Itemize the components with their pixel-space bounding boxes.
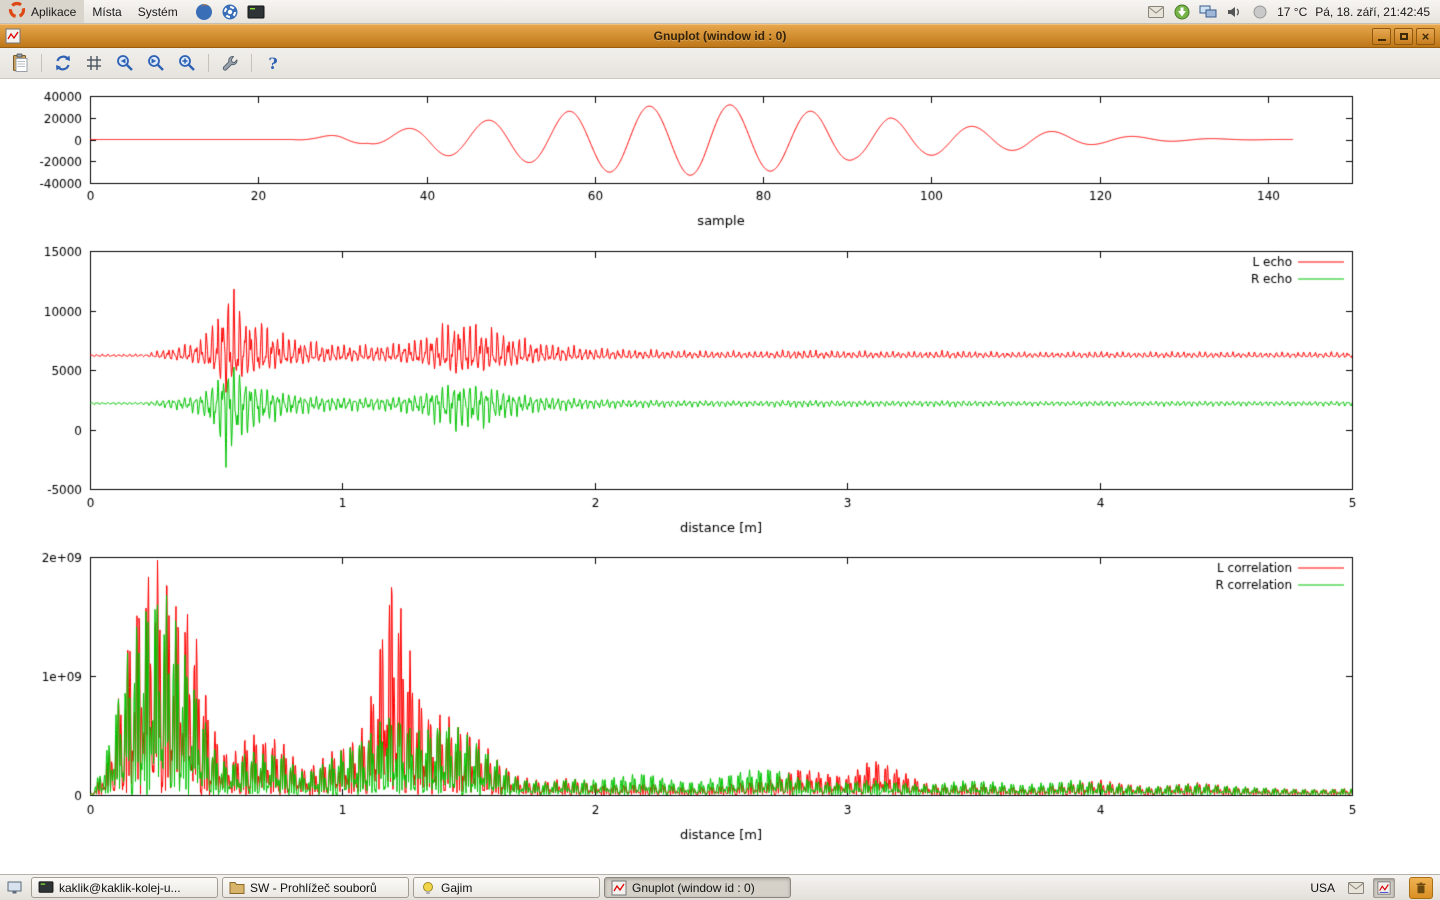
temperature-label[interactable]: 17 °C xyxy=(1277,5,1307,19)
mail-tray-icon[interactable] xyxy=(1347,879,1365,897)
task-button-file-manager[interactable]: SW - Prohlížeč souborů xyxy=(222,877,409,898)
configure-plot-button[interactable] xyxy=(218,51,242,75)
gnuplot-icon xyxy=(611,880,627,896)
toolbar-separator xyxy=(41,54,42,72)
help-icon[interactable] xyxy=(220,2,240,22)
task-button-gnuplot[interactable]: Gnuplot (window id : 0) xyxy=(604,877,791,898)
trash-button[interactable] xyxy=(1409,877,1433,899)
terminal-icon xyxy=(38,880,54,896)
terminal-icon[interactable] xyxy=(246,2,266,22)
menu-system[interactable]: Systém xyxy=(130,0,186,23)
task-label: SW - Prohlížeč souborů xyxy=(250,881,377,895)
network-icon[interactable] xyxy=(1199,3,1217,21)
task-button-terminal[interactable]: kaklik@kaklik-kolej-u... xyxy=(31,877,218,898)
plot-echo[interactable] xyxy=(0,237,1440,545)
keyboard-layout-indicator[interactable]: USA xyxy=(1306,879,1339,897)
bottom-taskbar: kaklik@kaklik-kolej-u... SW - Prohlížeč … xyxy=(0,874,1440,900)
maximize-button[interactable] xyxy=(1394,28,1413,45)
weather-icon[interactable] xyxy=(1251,3,1269,21)
toolbar-separator xyxy=(208,54,209,72)
menu-places-label: Místa xyxy=(92,5,121,19)
gajim-icon xyxy=(420,880,436,896)
panel-status-area: 17 °C Pá, 18. září, 21:42:45 xyxy=(1147,0,1440,23)
toolbar-separator xyxy=(251,54,252,72)
gnome-panel: Aplikace Místa Systém xyxy=(0,0,1440,24)
gnuplot-window: Gnuplot (window id : 0) × xyxy=(0,24,1440,874)
zoom-next-button[interactable] xyxy=(144,51,168,75)
minimize-icon xyxy=(1378,39,1386,41)
plot-sample-waveform[interactable] xyxy=(0,79,1440,237)
firefox-icon[interactable] xyxy=(194,2,214,22)
maximize-icon xyxy=(1400,33,1408,40)
task-button-gajim[interactable]: Gajim xyxy=(413,877,600,898)
task-label: Gnuplot (window id : 0) xyxy=(632,881,755,895)
software-update-icon[interactable] xyxy=(1173,3,1191,21)
plot-area xyxy=(0,79,1440,874)
task-label: kaklik@kaklik-kolej-u... xyxy=(59,881,181,895)
copy-to-clipboard-button[interactable] xyxy=(8,51,32,75)
window-controls: × xyxy=(1372,28,1440,45)
panel-launchers xyxy=(194,2,266,22)
autoscale-button[interactable] xyxy=(175,51,199,75)
close-icon: × xyxy=(1422,30,1430,43)
ubuntu-logo-icon xyxy=(8,1,26,22)
help-question-icon: ? xyxy=(268,54,277,73)
window-titlebar[interactable]: Gnuplot (window id : 0) × xyxy=(0,24,1440,48)
panel-menus: Aplikace Místa Systém xyxy=(0,0,266,23)
file-manager-icon xyxy=(229,880,245,896)
zoom-previous-button[interactable] xyxy=(113,51,137,75)
minimize-button[interactable] xyxy=(1372,28,1391,45)
clock-label[interactable]: Pá, 18. září, 21:42:45 xyxy=(1315,5,1430,19)
menu-applications-label: Aplikace xyxy=(31,5,76,19)
plot-correlation[interactable] xyxy=(0,545,1440,874)
show-desktop-button[interactable] xyxy=(3,877,27,899)
menu-places[interactable]: Místa xyxy=(84,0,129,23)
window-title: Gnuplot (window id : 0) xyxy=(0,29,1440,43)
menu-applications[interactable]: Aplikace xyxy=(0,0,84,23)
taskbar-right-area: USA xyxy=(1306,877,1437,899)
mail-notification-icon[interactable] xyxy=(1147,3,1165,21)
toggle-grid-button[interactable] xyxy=(82,51,106,75)
volume-icon[interactable] xyxy=(1225,3,1243,21)
help-button[interactable]: ? xyxy=(261,51,285,75)
gnuplot-toolbar: ? xyxy=(0,48,1440,79)
replot-button[interactable] xyxy=(51,51,75,75)
close-button[interactable]: × xyxy=(1416,28,1435,45)
menu-system-label: Systém xyxy=(138,5,178,19)
gnuplot-tray-button[interactable] xyxy=(1373,878,1395,898)
task-label: Gajim xyxy=(441,881,472,895)
